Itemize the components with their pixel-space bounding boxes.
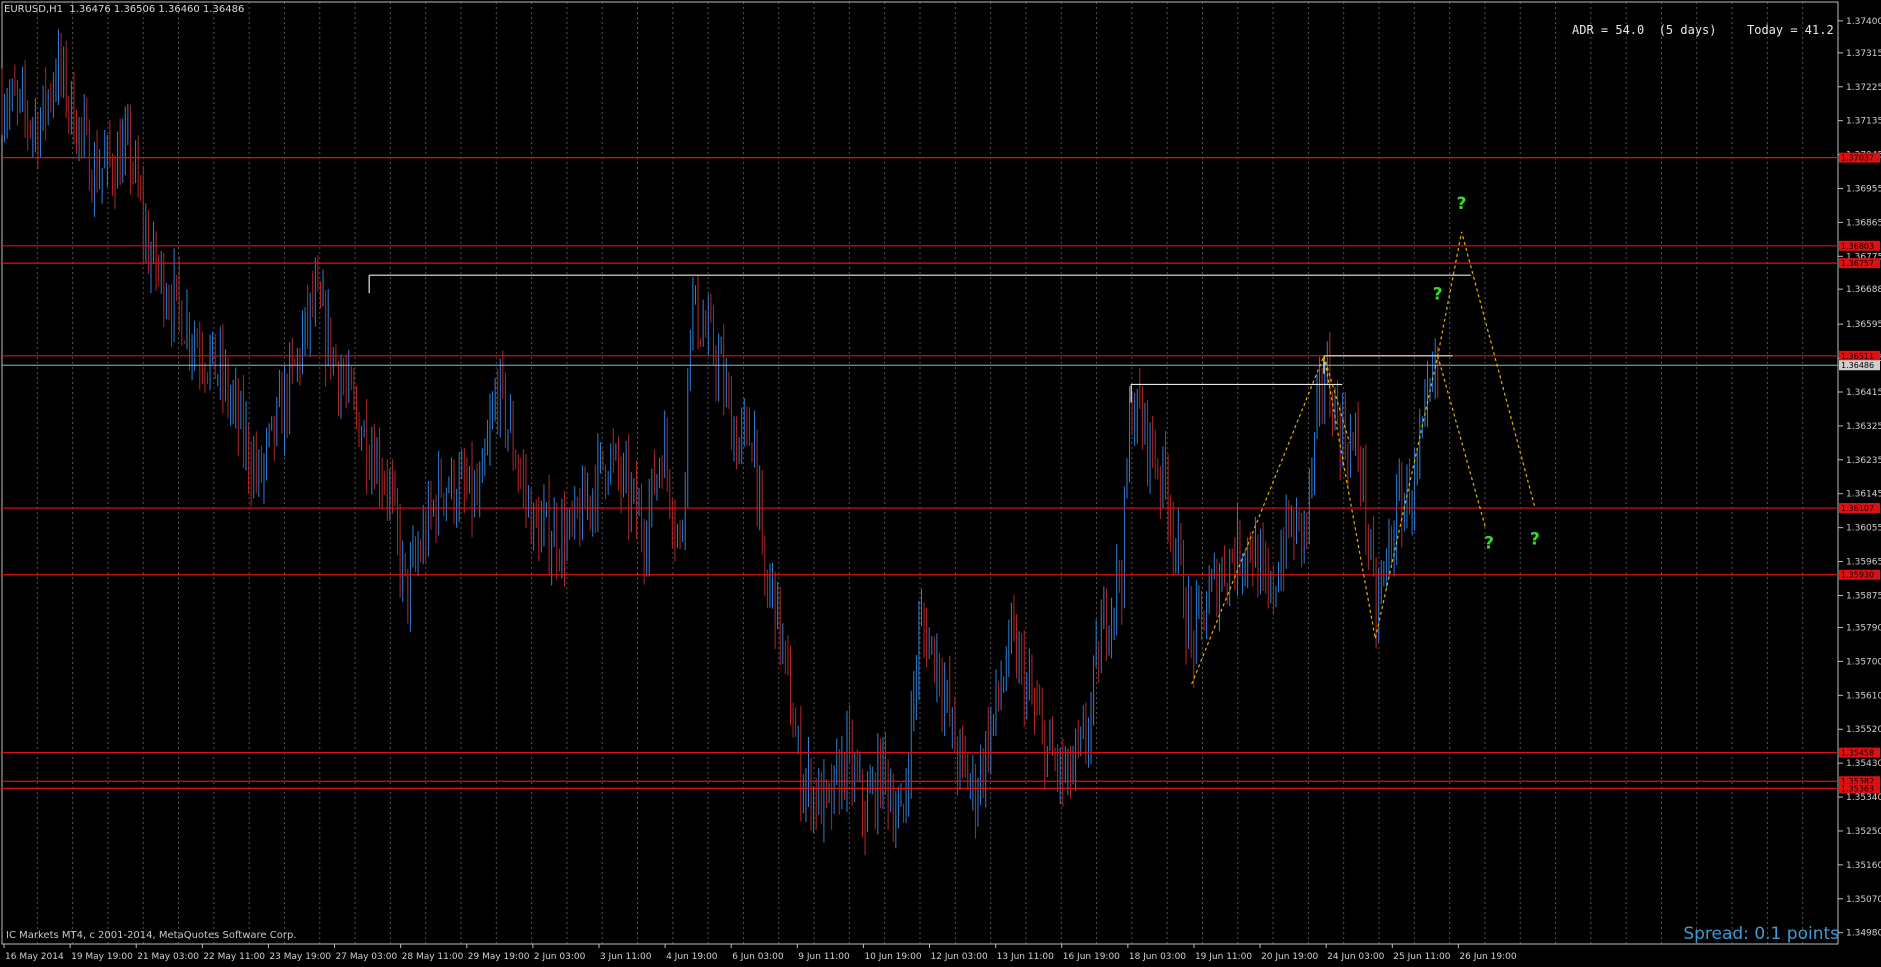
price-tick-label: 1.35875	[1846, 591, 1881, 601]
time-tick-label: 19 May 19:00	[71, 952, 133, 962]
level-price-label: 1.35458	[1841, 749, 1874, 758]
time-tick-label: 9 Jun 11:00	[798, 952, 850, 962]
symbol-info: EURUSD,H1 1.36476 1.36506 1.36460 1.3648…	[4, 4, 245, 15]
spread-indicator: Spread: 0.1 points	[1683, 924, 1839, 944]
time-tick-label: 20 Jun 19:00	[1261, 952, 1318, 962]
time-tick-label: 12 Jun 03:00	[931, 952, 988, 962]
price-tick-label: 1.36595	[1846, 320, 1881, 330]
current-price-label: 1.36486	[1841, 361, 1874, 370]
time-tick-label: 16 May 2014	[5, 952, 64, 962]
price-tick-label: 1.35520	[1846, 725, 1881, 735]
price-tick-label: 1.35340	[1846, 793, 1881, 803]
level-price-label: 1.36803	[1841, 242, 1874, 251]
today-range-indicator: Today = 41.2	[1747, 23, 1834, 37]
time-tick-label: 18 Jun 03:00	[1129, 952, 1186, 962]
time-tick-label: 2 Jun 03:00	[534, 952, 586, 962]
time-tick-label: 16 Jun 19:00	[1063, 952, 1120, 962]
price-tick-label: 1.37225	[1846, 83, 1881, 93]
price-tick-label: 1.37135	[1846, 117, 1881, 127]
level-price-label: 1.36511	[1841, 352, 1874, 361]
price-tick-label: 1.36055	[1846, 524, 1881, 534]
time-tick-label: 26 Jun 19:00	[1459, 952, 1516, 962]
price-tick-label: 1.35070	[1846, 895, 1881, 905]
price-tick-label: 1.36955	[1846, 185, 1881, 195]
level-price-label: 1.35363	[1841, 784, 1874, 793]
time-tick-label: 22 May 11:00	[203, 952, 265, 962]
price-tick-label: 1.36415	[1846, 388, 1881, 398]
time-tick-label: 28 May 11:00	[402, 952, 464, 962]
price-tick-label: 1.35430	[1846, 759, 1881, 769]
price-tick-label: 1.36865	[1846, 218, 1881, 228]
price-tick-label: 1.35700	[1846, 657, 1881, 667]
time-tick-label: 24 Jun 03:00	[1327, 952, 1384, 962]
time-tick-label: 21 May 03:00	[137, 952, 199, 962]
time-tick-label: 6 Jun 03:00	[732, 952, 784, 962]
question-mark: ?	[1484, 533, 1494, 553]
level-price-label: 1.36757	[1841, 259, 1874, 268]
time-tick-label: 25 Jun 11:00	[1393, 952, 1450, 962]
price-tick-label: 1.37315	[1846, 49, 1881, 59]
time-tick-label: 13 Jun 11:00	[997, 952, 1054, 962]
time-tick-label: 19 Jun 11:00	[1195, 952, 1252, 962]
copyright-text: IC Markets MT4, c 2001-2014, MetaQuotes …	[6, 930, 297, 941]
price-tick-label: 1.34980	[1846, 929, 1881, 939]
level-price-label: 1.36107	[1841, 504, 1874, 513]
question-mark: ?	[1433, 285, 1443, 305]
time-tick-label: 10 Jun 19:00	[864, 952, 921, 962]
price-tick-label: 1.35790	[1846, 623, 1881, 633]
chart-canvas[interactable]: 1.374001.373151.372251.371351.370451.369…	[0, 0, 1881, 963]
level-price-label: 1.37037	[1841, 154, 1874, 163]
time-tick-label: 27 May 03:00	[336, 952, 398, 962]
time-tick-label: 23 May 19:00	[269, 952, 331, 962]
time-tick-label: 4 Jun 19:00	[666, 952, 718, 962]
price-tick-label: 1.36145	[1846, 490, 1881, 500]
time-tick-label: 3 Jun 11:00	[600, 952, 652, 962]
price-tick-label: 1.37400	[1846, 17, 1881, 27]
price-tick-label: 1.35160	[1846, 861, 1881, 871]
question-mark: ?	[1530, 530, 1540, 550]
adr-indicator: ADR = 54.0 (5 days)	[1572, 23, 1717, 37]
price-tick-label: 1.36325	[1846, 422, 1881, 432]
price-tick-label: 1.35610	[1846, 691, 1881, 701]
price-tick-label: 1.36688	[1846, 285, 1881, 295]
time-tick-label: 29 May 19:00	[468, 952, 530, 962]
price-tick-label: 1.35965	[1846, 558, 1881, 568]
question-mark: ?	[1457, 194, 1467, 214]
price-chart[interactable]: 1.374001.373151.372251.371351.370451.369…	[0, 0, 1881, 963]
price-tick-label: 1.36235	[1846, 456, 1881, 466]
level-price-label: 1.35930	[1841, 571, 1874, 580]
price-tick-label: 1.35250	[1846, 827, 1881, 837]
